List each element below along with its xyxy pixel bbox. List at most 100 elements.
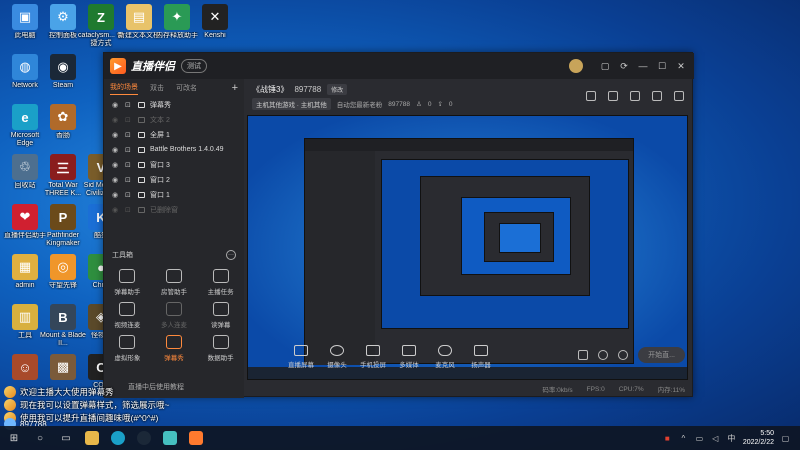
desktop-icon-total-war-glyph-icon: 三 bbox=[50, 154, 76, 180]
control-label: 摄像头 bbox=[327, 362, 347, 369]
record-icon[interactable] bbox=[578, 350, 589, 360]
tab-double-click[interactable]: 双击 bbox=[150, 83, 164, 93]
tool-button[interactable]: 数据助手 bbox=[197, 335, 244, 362]
add-screen-button[interactable]: 直播屏幕 bbox=[283, 345, 319, 369]
stream-preview[interactable] bbox=[247, 115, 688, 380]
source-item[interactable]: ◉ ⊡ 弹幕秀 bbox=[104, 97, 244, 112]
desktop-icon-teamspeak[interactable]: ✿ 香肠 bbox=[40, 104, 86, 140]
lock-icon[interactable] bbox=[608, 91, 618, 101]
multimedia-button[interactable]: 多媒体 bbox=[391, 345, 427, 369]
bell-icon[interactable] bbox=[652, 91, 662, 101]
network-icon[interactable]: ▭ bbox=[695, 434, 704, 443]
desktop-icon-new-text-glyph-icon: ▤ bbox=[126, 4, 152, 30]
tool-button[interactable]: 弹幕助手 bbox=[104, 269, 151, 296]
settings-icon[interactable] bbox=[618, 350, 629, 360]
tab-my-scene[interactable]: 我的场景 bbox=[110, 82, 138, 95]
eye-icon[interactable] bbox=[598, 350, 609, 360]
control-label: 麦克风 bbox=[435, 362, 455, 369]
tool-button[interactable]: 房管助手 bbox=[151, 269, 198, 296]
desktop-icon-label: 香肠 bbox=[56, 132, 70, 139]
source-item[interactable]: ◉ ⊡ 已删除窗 bbox=[104, 202, 244, 217]
source-item[interactable]: ◉ ⊡ Battle Brothers 1.4.0.49 bbox=[104, 142, 244, 157]
ime-icon[interactable]: 中 bbox=[727, 434, 736, 443]
lock-icon[interactable]: ⊡ bbox=[125, 146, 133, 154]
file-explorer-icon[interactable] bbox=[84, 430, 100, 446]
phone-cast-button[interactable]: 手机投屏 bbox=[355, 345, 391, 369]
notification-icon[interactable]: ▢ bbox=[781, 434, 790, 443]
add-camera-button[interactable]: 摄像头 bbox=[319, 345, 355, 369]
lock-icon[interactable]: ⊡ bbox=[125, 176, 133, 184]
edge-icon[interactable] bbox=[110, 430, 126, 446]
eye-icon[interactable]: ◉ bbox=[112, 206, 120, 214]
edit-title-button[interactable]: 修改 bbox=[327, 83, 348, 95]
add-scene-button[interactable]: + bbox=[232, 82, 238, 94]
user-avatar[interactable] bbox=[569, 59, 583, 73]
lock-icon[interactable]: ⊡ bbox=[125, 116, 133, 124]
lock-icon[interactable]: ⊡ bbox=[125, 191, 133, 199]
source-item[interactable]: ◉ ⊡ 窗口 3 bbox=[104, 157, 244, 172]
source-label: 全屏 1 bbox=[150, 131, 170, 139]
share-count: 0 bbox=[448, 100, 453, 108]
desktop-icon-kenshi[interactable]: ✕ Kenshi bbox=[192, 4, 238, 40]
speaker-button[interactable]: 扬声器 bbox=[463, 345, 499, 369]
memory-status: 内存:11% bbox=[657, 387, 685, 394]
chevron-up-icon[interactable]: ^ bbox=[679, 434, 688, 443]
start-icon[interactable]: ⊞ bbox=[6, 430, 22, 446]
eye-icon[interactable]: ◉ bbox=[112, 101, 120, 109]
microphone-button[interactable]: 麦克风 bbox=[427, 345, 463, 369]
left-panel: 我的场景 双击 可改名 + ◉ ⊡ 弹幕秀 ◉ ⊡ 文本 2 ◉ ⊡ 全屏 1 ◉ ⊡ Battle … bbox=[104, 79, 244, 398]
control-label: 手机投屏 bbox=[360, 362, 386, 369]
source-item[interactable]: ◉ ⊡ 文本 2 bbox=[104, 112, 244, 127]
steam-icon[interactable] bbox=[136, 430, 152, 446]
maximize-icon[interactable]: ☐ bbox=[657, 61, 667, 71]
lock-icon[interactable]: ⊡ bbox=[125, 206, 133, 214]
tool-button[interactable]: 视频连麦 bbox=[104, 302, 151, 329]
sync-icon[interactable]: ⟳ bbox=[619, 61, 629, 71]
tutorial-link[interactable]: 直播中后使用教程 bbox=[128, 382, 184, 392]
eye-icon[interactable]: ◉ bbox=[112, 161, 120, 169]
clock[interactable]: 5:50 2022/2/22 bbox=[743, 429, 774, 447]
clock-date: 2022/2/22 bbox=[742, 439, 774, 446]
lock-icon[interactable]: ⊡ bbox=[125, 101, 133, 109]
minimize-icon[interactable]: — bbox=[638, 61, 648, 71]
source-item[interactable]: ◉ ⊡ 窗口 1 bbox=[104, 187, 244, 202]
eye-icon[interactable]: ◉ bbox=[112, 191, 120, 199]
lock-icon[interactable]: ⊡ bbox=[125, 131, 133, 139]
tray-app-icon[interactable]: ■ bbox=[663, 434, 672, 443]
volume-icon[interactable]: ◁ bbox=[711, 434, 720, 443]
version-badge[interactable]: 测试 bbox=[181, 59, 207, 73]
more-icon[interactable]: ··· bbox=[226, 250, 236, 260]
chat-message: 现在我可以设置弹幕样式，筛选展示哦~ bbox=[4, 398, 169, 412]
live-companion-icon[interactable] bbox=[188, 430, 204, 446]
fullscreen-icon[interactable] bbox=[630, 91, 640, 101]
task-view-icon[interactable]: ▭ bbox=[58, 430, 74, 446]
eye-icon[interactable]: ◉ bbox=[112, 176, 120, 184]
tool-button[interactable]: 多人连麦 bbox=[151, 302, 198, 329]
tool-label: 多人连麦 bbox=[160, 322, 187, 329]
tool-icon bbox=[165, 335, 182, 349]
chat-bubble-icon[interactable]: ▢ bbox=[600, 61, 610, 71]
tool-button[interactable]: 虚拟形象 bbox=[104, 335, 151, 362]
search-icon[interactable]: ○ bbox=[32, 430, 48, 446]
game-icon[interactable] bbox=[162, 430, 178, 446]
source-item[interactable]: ◉ ⊡ 窗口 2 bbox=[104, 172, 244, 187]
screen-share-icon[interactable] bbox=[586, 91, 596, 101]
lock-icon[interactable]: ⊡ bbox=[125, 161, 133, 169]
desktop-icon-admin-glyph-icon: ▦ bbox=[12, 254, 38, 280]
tool-button[interactable]: 主播任务 bbox=[197, 269, 244, 296]
desktop-icon-steam[interactable]: ◉ Steam bbox=[40, 54, 86, 90]
close-icon[interactable]: ✕ bbox=[676, 61, 686, 71]
tool-button[interactable]: 读弹幕 bbox=[197, 302, 244, 329]
eye-icon[interactable]: ◉ bbox=[112, 131, 120, 139]
source-item[interactable]: ◉ ⊡ 全屏 1 bbox=[104, 127, 244, 142]
eye-icon[interactable]: ◉ bbox=[112, 146, 120, 154]
tab-rename[interactable]: 可改名 bbox=[176, 83, 197, 93]
tool-button[interactable]: 弹幕秀 bbox=[151, 335, 198, 362]
desktop-icon-kenshi-glyph-icon: ✕ bbox=[202, 4, 228, 30]
eye-icon[interactable]: ◉ bbox=[112, 116, 120, 124]
share-icon[interactable] bbox=[674, 91, 684, 101]
start-live-button[interactable]: 开始直... bbox=[638, 347, 685, 363]
desktop-icon-teamspeak-glyph-icon: ✿ bbox=[50, 104, 76, 130]
desktop-icon-cataclysm-glyph-icon: Z bbox=[88, 4, 114, 30]
category-badge[interactable]: 主机其他游戏 · 主机其他 bbox=[252, 98, 331, 110]
